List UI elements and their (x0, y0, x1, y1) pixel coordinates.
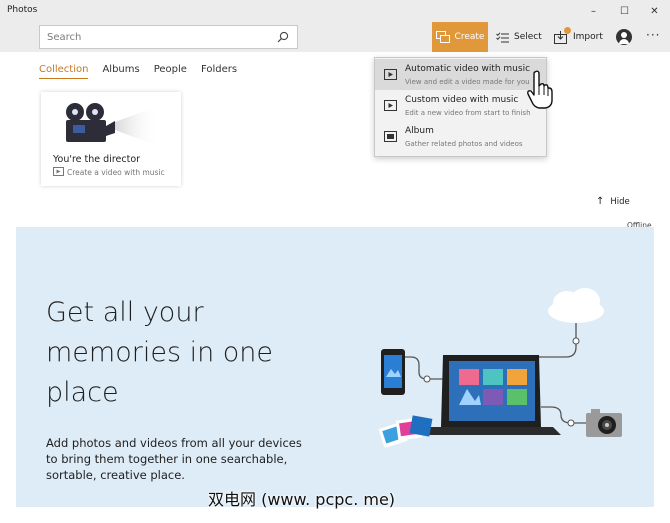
create-label: Create (454, 32, 485, 42)
hero-body: Add photos and videos from all your devi… (46, 436, 302, 482)
hero-title-line: place (46, 377, 119, 408)
title-bar: Photos – ☐ ✕ (0, 0, 670, 22)
watermark: 双电网 (www. pcpc. me) (208, 490, 396, 509)
movie-camera-icon (66, 103, 158, 146)
devices-illustration (378, 288, 622, 449)
checklist-icon (496, 31, 509, 42)
menu-item-description: View and edit a video made for you (405, 78, 530, 86)
video-icon (384, 69, 397, 80)
arrow-up-icon: ↑ (596, 196, 605, 207)
laptop-icon (421, 355, 561, 435)
tab-folders[interactable]: Folders (201, 64, 237, 79)
menu-item-description: Edit a new video from start to finish (405, 109, 531, 117)
menu-item-description: Gather related photos and videos (405, 140, 523, 148)
hero-title: Get all your memories in one place (46, 293, 346, 413)
tab-collection[interactable]: Collection (39, 64, 89, 79)
hide-button[interactable]: ↑ Hide (596, 196, 630, 207)
menu-item-label: Album (405, 126, 434, 136)
minimize-button[interactable]: – (578, 0, 609, 22)
hand-cursor-icon (527, 70, 553, 109)
card-title: You're the director (53, 154, 141, 165)
maximize-button[interactable]: ☐ (609, 0, 640, 22)
hide-label: Hide (610, 196, 630, 207)
menu-item-custom-video[interactable]: Custom video with music Edit a new video… (375, 90, 546, 121)
select-button[interactable]: Select (496, 22, 542, 52)
hero-title-line: memories in one (46, 337, 274, 368)
photos-icon (378, 415, 433, 449)
import-label: Import (573, 32, 603, 42)
menu-item-label: Custom video with music (405, 95, 519, 105)
phone-icon (381, 349, 405, 395)
director-card[interactable]: You're the director Create a video with … (41, 92, 181, 186)
create-button[interactable]: Create (432, 22, 488, 52)
album-icon (384, 131, 397, 142)
tab-albums[interactable]: Albums (102, 64, 139, 79)
account-avatar[interactable] (616, 29, 632, 45)
hero-banner: Get all your memories in one place Add p… (16, 227, 654, 507)
collection-nav: Collection Albums People Folders (39, 64, 251, 79)
menu-item-album[interactable]: Album Gather related photos and videos (375, 121, 546, 152)
search-input[interactable]: Search (39, 25, 298, 49)
card-subtitle: Create a video with music (67, 168, 165, 177)
close-button[interactable]: ✕ (639, 0, 670, 22)
hero-title-line: Get all your (46, 297, 204, 328)
app-title: Photos (7, 5, 38, 15)
import-button[interactable]: Import (554, 22, 603, 52)
search-icon[interactable] (277, 31, 289, 43)
menu-item-automatic-video[interactable]: Automatic video with music View and edit… (375, 59, 546, 90)
tab-people[interactable]: People (154, 64, 187, 79)
more-options-button[interactable]: ··· (646, 28, 660, 42)
menu-item-label: Automatic video with music (405, 64, 531, 74)
camera-icon (586, 409, 622, 437)
create-icon (435, 31, 450, 43)
toolbar: Search Create Select Import ··· (0, 22, 670, 52)
video-icon (384, 100, 397, 111)
search-placeholder: Search (47, 32, 82, 43)
select-label: Select (514, 32, 542, 42)
import-badge (564, 27, 571, 34)
video-icon (53, 167, 64, 176)
create-menu: Automatic video with music View and edit… (374, 57, 547, 157)
cloud-icon (548, 288, 604, 323)
